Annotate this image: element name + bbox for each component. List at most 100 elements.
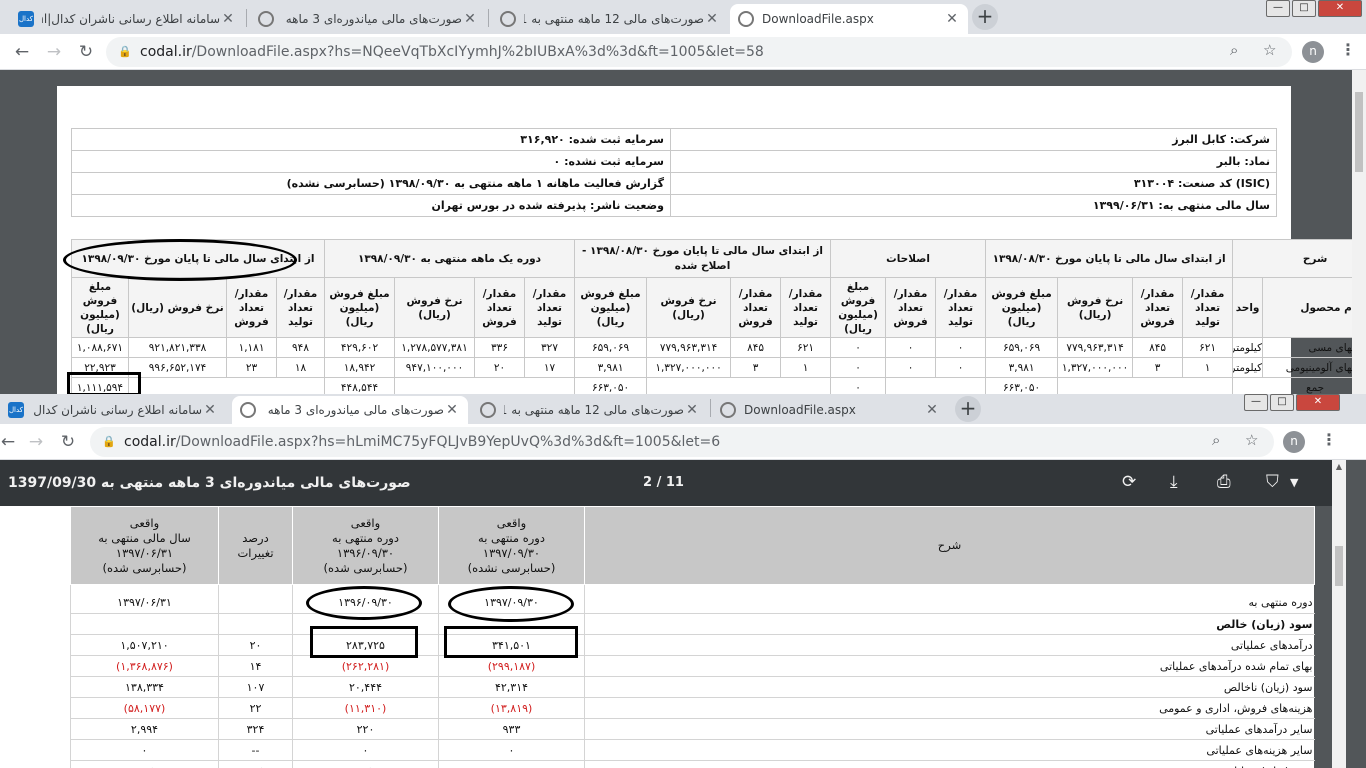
close-icon[interactable]: ✕	[202, 402, 218, 418]
back-arrow-icon[interactable]: ←	[0, 430, 20, 454]
close-icon[interactable]: ✕	[462, 11, 478, 27]
zoom-icon[interactable]: ⌕	[1230, 41, 1238, 59]
table-row: سایر درآمدهای عملیاتی ۹۳۳ ۲۲۰ ۳۲۴ ۲,۹۹۴	[70, 718, 1315, 740]
table-cell: ۲۰	[218, 634, 293, 656]
maximize-button[interactable]: □	[1270, 394, 1294, 411]
table-cell: ۰	[935, 357, 987, 378]
reload-icon[interactable]: ↻	[56, 430, 80, 454]
annotation-box-1397-revenue	[444, 626, 578, 658]
menu-icon[interactable]: ⋮	[1321, 430, 1337, 449]
close-icon[interactable]: ✕	[704, 11, 720, 27]
close-window-button[interactable]: ✕	[1318, 0, 1362, 17]
table-cell: ۶۵۹,۰۶۹	[985, 337, 1059, 358]
row-label: بهای تمام شده درآمدهای عملیاتی	[584, 655, 1315, 677]
tab-12-month[interactable]: صورت‌های مالی 12 ماهه منتهی به 06/31 ✕	[472, 396, 708, 424]
pdf-toolbar: صورت‌های مالی میاندوره‌ای 3 ماهه منتهی ب…	[0, 460, 1332, 506]
forward-arrow-icon[interactable]: →	[24, 430, 48, 454]
col-production-qty: مقدار/تعداد تولید	[780, 277, 832, 338]
new-tab-button[interactable]: +	[972, 4, 998, 30]
table-cell: (۵۸,۱۷۷)	[70, 697, 219, 719]
table-cell: ۱,۰۸۸,۶۷۱	[70, 337, 130, 358]
zoom-icon[interactable]: ⌕	[1212, 431, 1220, 449]
row-label: سایر درآمدهای عملیاتی	[584, 718, 1315, 740]
close-icon[interactable]: ✕	[220, 11, 236, 27]
table-cell: ۷۷۹,۹۶۳,۳۱۴	[646, 337, 732, 358]
bookmark-icon[interactable]: ⛉	[1266, 472, 1279, 492]
income-statement-table: شرح واقعی دوره منتهی به ۱۳۹۷/۰۹/۳۰ (حسابرسی…	[70, 506, 1315, 768]
col-sales-amount: مبلغ فروش (میلیون ریال)	[830, 277, 887, 338]
close-icon[interactable]: ✕	[944, 11, 960, 27]
avatar[interactable]: n	[1283, 431, 1305, 453]
table-cell: ۱,۳۲۷,۰۰۰,۰۰۰	[1057, 357, 1134, 378]
tab-12-month[interactable]: صورت‌های مالی 12 ماهه منتهی به 06/31 ✕	[492, 4, 728, 34]
table-cell	[218, 613, 293, 635]
col-sales-qty: مقدار/تعداد فروش	[226, 277, 278, 338]
address-bar[interactable]: 🔒 codal.ir/DownloadFile.aspx?hs=hLmiMC75…	[90, 427, 1274, 457]
forward-arrow-icon[interactable]: →	[42, 40, 66, 64]
table-cell: ۱۷	[524, 357, 576, 378]
tab-interim-3-month[interactable]: صورت‌های مالی میاندوره‌ای 3 ماهه منتهی ✕	[250, 4, 486, 34]
tab-codal[interactable]: کدال سامانه اطلاع رسانی ناشران کدال|Coda…	[0, 396, 226, 424]
tab-codal[interactable]: کدال سامانه اطلاع رسانی ناشران کدال|Coda…	[10, 4, 244, 34]
registered-capital: سرمایه ثبت شده: ۳۱۶,۹۲۰	[71, 128, 671, 151]
print-icon[interactable]: ⎙	[1217, 472, 1231, 492]
table-cell: ۱,۳۲۷,۰۰۰,۰۰۰	[646, 357, 732, 378]
col-production-qty: مقدار/تعداد تولید	[935, 277, 987, 338]
back-arrow-icon[interactable]: ←	[10, 40, 34, 64]
col-period-1397-09-30: واقعی دوره منتهی به ۱۳۹۷/۰۹/۳۰ (حسابرسی نشد…	[438, 506, 585, 585]
tab-download-file[interactable]: DownloadFile.aspx ✕	[712, 396, 948, 424]
window-controls: — □ ✕	[1242, 394, 1340, 411]
reload-icon[interactable]: ↻	[74, 40, 98, 64]
table-row: گروه کابلهای مسیکیلومتر۶۲۱۸۴۵۷۷۹,۹۶۳,۳۱۴…	[70, 337, 1366, 358]
row-label: سود (زیان) خالص	[584, 613, 1315, 635]
col-sales-amount: مبلغ فروش (میلیون ریال)	[70, 277, 130, 338]
fiscal-year: سال مالی منتهی به: ۱۳۹۹/۰۶/۳۱	[670, 194, 1277, 217]
minimize-button[interactable]: —	[1266, 0, 1290, 17]
annotation-ellipse-1397-date	[448, 586, 574, 622]
menu-icon[interactable]: ⋮	[1340, 40, 1356, 59]
table-cell: ۱,۱۸۱	[226, 337, 278, 358]
table-cell: ۱۰۷	[218, 676, 293, 698]
tab-interim-3-month[interactable]: صورت‌های مالی میاندوره‌ای 3 ماهه منتهی ✕	[232, 396, 468, 424]
star-icon[interactable]: ☆	[1263, 41, 1276, 59]
table-cell: ۱	[1182, 357, 1234, 378]
tab-strip: کدال سامانه اطلاع رسانی ناشران کدال|Coda…	[0, 0, 1366, 34]
table-cell: (۱۳,۸۱۹)	[438, 697, 585, 719]
annotation-box-1396-revenue	[310, 626, 418, 658]
address-bar[interactable]: 🔒 codal.ir/DownloadFile.aspx?hs=NQeeVqTb…	[106, 37, 1292, 67]
close-icon[interactable]: ✕	[444, 402, 460, 418]
close-icon[interactable]: ✕	[684, 402, 700, 418]
browser-window-front: کدال سامانه اطلاع رسانی ناشران کدال|Coda…	[0, 394, 1366, 768]
star-icon[interactable]: ☆	[1245, 431, 1258, 449]
publisher-status: وضعیت ناشر: پذیرفته شده در بورس تهران	[71, 194, 671, 217]
document-page: شرکت: کابل البرز سرمایه ثبت شده: ۳۱۶,۹۲۰…	[57, 86, 1366, 396]
download-icon[interactable]: ⤓	[1170, 472, 1178, 492]
chevron-down-icon[interactable]: ▼	[1290, 476, 1298, 489]
new-tab-button[interactable]: +	[955, 396, 981, 422]
table-cell: ۲,۹۹۴	[70, 718, 219, 740]
table-cell: ۷۷۹,۹۶۳,۳۱۴	[1057, 337, 1134, 358]
col-sales-qty: مقدار/تعداد فروش	[474, 277, 526, 338]
maximize-button[interactable]: □	[1292, 0, 1316, 17]
table-cell: ۱	[780, 357, 832, 378]
vertical-scrollbar[interactable]	[1352, 70, 1366, 396]
col-period-1396-09-30: واقعی دوره منتهی به ۱۳۹۶/۰۹/۳۰ (حسابرسی شده…	[292, 506, 439, 585]
col-unit: واحد	[1232, 277, 1264, 338]
table-cell: ۱۴	[218, 655, 293, 677]
table-cell: ۹,۳۵۴	[292, 760, 439, 768]
close-icon[interactable]: ✕	[924, 402, 940, 418]
table-cell	[70, 613, 219, 635]
minimize-button[interactable]: —	[1244, 394, 1268, 411]
tab-strip: کدال سامانه اطلاع رسانی ناشران کدال|Coda…	[0, 394, 1366, 424]
row-label: دوره منتهی به	[584, 592, 1315, 614]
rotate-icon[interactable]: ⟳	[1122, 472, 1136, 492]
vertical-scrollbar[interactable]: ▲	[1332, 460, 1346, 768]
col-production-qty: مقدار/تعداد تولید	[524, 277, 576, 338]
table-cell: ۰	[885, 337, 937, 358]
tab-download-file[interactable]: DownloadFile.aspx ✕	[730, 4, 968, 34]
avatar[interactable]: n	[1302, 41, 1324, 63]
table-row: هزینه‌های فروش، اداری و عمومی (۱۳,۸۱۹) (۱۱…	[70, 697, 1315, 719]
close-window-button[interactable]: ✕	[1296, 394, 1340, 411]
col-group-one-month: دوره یک ماهه منتهی به ۱۳۹۸/۰۹/۳۰	[324, 239, 576, 278]
table-cell: کیلومتر	[1232, 357, 1264, 378]
